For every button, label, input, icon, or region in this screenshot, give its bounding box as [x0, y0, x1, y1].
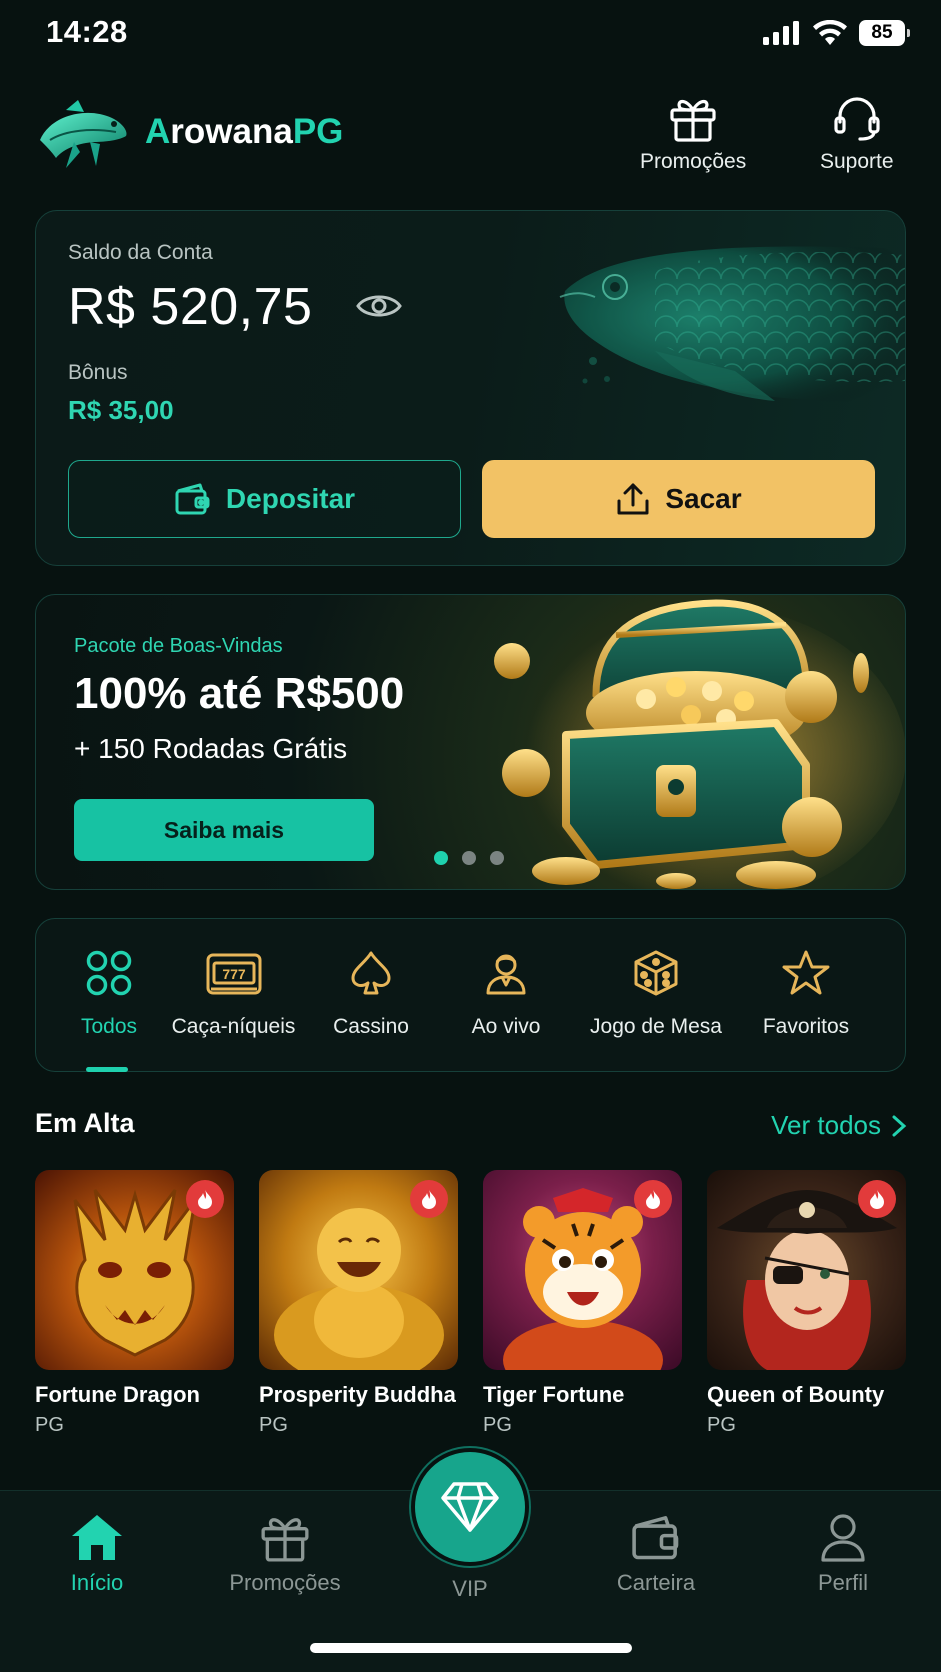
wifi-icon	[813, 20, 847, 45]
carousel-dot[interactable]	[490, 851, 504, 865]
game-thumbnail[interactable]	[707, 1170, 906, 1370]
nav-vip-label: VIP	[452, 1576, 488, 1601]
bonus-value: R$ 35,00	[68, 395, 174, 425]
banner-title: 100% até R$500	[74, 669, 405, 718]
nav-wallet[interactable]: Carteira	[576, 1512, 736, 1596]
arowana-fish-illustration-icon	[559, 246, 905, 402]
gift-icon	[670, 99, 716, 142]
hot-badge	[858, 1180, 896, 1218]
nav-promotions[interactable]: Promoções	[205, 1512, 365, 1596]
signal-icon	[763, 21, 799, 45]
headset-icon	[834, 97, 880, 141]
spade-icon	[351, 951, 391, 995]
nav-vip-button[interactable]	[411, 1448, 529, 1566]
category-casino[interactable]: Cassino	[316, 949, 426, 1039]
game-card-prosperity-buddha[interactable]: Prosperity Buddha PG	[259, 1170, 458, 1440]
flame-icon	[646, 1189, 660, 1209]
flame-icon	[870, 1189, 884, 1209]
user-icon	[821, 1514, 865, 1562]
status-icons: 85	[763, 20, 910, 46]
deposit-button[interactable]: Depositar	[68, 460, 461, 538]
game-provider: PG	[259, 1414, 288, 1436]
hot-badge	[410, 1180, 448, 1218]
arowana-logo-icon	[40, 100, 127, 168]
category-favorites[interactable]: Favoritos	[746, 949, 866, 1039]
home-icon	[72, 1515, 122, 1560]
category-bar: Todos 777 Caça-níqueis Cassino Ao vivo J…	[35, 918, 906, 1072]
diamond-icon	[441, 1482, 499, 1532]
bonus-label: Bônus	[68, 361, 128, 384]
gift-icon	[261, 1518, 309, 1562]
active-category-indicator	[86, 1067, 128, 1072]
category-live[interactable]: Ao vivo	[451, 949, 561, 1039]
game-provider: PG	[35, 1414, 64, 1436]
eye-icon[interactable]	[356, 291, 402, 321]
game-name: Prosperity Buddha	[259, 1382, 456, 1407]
banner-free-spins: + 150 Rodadas Grátis	[74, 733, 348, 764]
carousel-dot[interactable]	[434, 851, 448, 865]
balance-card: Saldo da Conta R$ 520,75 Bônus R$ 35,00 …	[35, 210, 906, 566]
wallet-icon	[175, 483, 210, 515]
learn-more-button[interactable]: Saiba mais	[74, 799, 374, 861]
grid-icon	[86, 950, 132, 996]
game-thumbnail[interactable]	[35, 1170, 234, 1370]
category-all[interactable]: Todos	[64, 949, 154, 1039]
game-thumbnail[interactable]	[259, 1170, 458, 1370]
hot-badge	[634, 1180, 672, 1218]
game-name: Queen of Bounty	[707, 1382, 885, 1407]
carousel-dot[interactable]	[462, 851, 476, 865]
balance-value: R$ 520,75	[68, 278, 313, 336]
dealer-icon	[486, 954, 526, 995]
game-name: Tiger Fortune	[483, 1382, 625, 1407]
dice-icon	[634, 950, 678, 996]
promo-banner[interactable]: Pacote de Boas-Vindas 100% até R$500 + 1…	[35, 594, 906, 890]
nav-home[interactable]: Início	[17, 1512, 177, 1596]
game-provider: PG	[707, 1414, 736, 1436]
status-time: 14:28	[46, 14, 128, 49]
svg-text:777: 777	[222, 966, 246, 982]
see-all-link[interactable]: Ver todos	[771, 1110, 907, 1141]
category-table-games[interactable]: Jogo de Mesa	[581, 949, 731, 1039]
wallet-icon	[632, 1516, 679, 1560]
upload-icon	[617, 483, 649, 515]
withdraw-button[interactable]: Sacar	[482, 460, 875, 538]
slot-machine-icon: 777	[206, 953, 261, 995]
brand-name: ArowanaPG	[145, 112, 344, 151]
treasure-chest-illustration-icon	[494, 599, 905, 889]
game-thumbnail[interactable]	[483, 1170, 682, 1370]
game-provider: PG	[483, 1414, 512, 1436]
flame-icon	[198, 1189, 212, 1209]
home-indicator	[310, 1643, 632, 1653]
banner-subtitle: Pacote de Boas-Vindas	[74, 635, 283, 657]
chevron-right-icon	[892, 1115, 907, 1136]
nav-profile[interactable]: Perfil	[763, 1512, 923, 1596]
balance-label: Saldo da Conta	[68, 241, 213, 264]
game-name: Fortune Dragon	[35, 1382, 200, 1407]
flame-icon	[422, 1189, 436, 1209]
carousel-dots	[434, 851, 504, 865]
battery-indicator: 85	[859, 20, 910, 46]
trending-title: Em Alta	[35, 1108, 135, 1138]
star-icon	[782, 950, 830, 995]
header-promotions-button[interactable]: Promoções	[640, 94, 746, 174]
game-card-tiger-fortune[interactable]: Tiger Fortune PG	[483, 1170, 682, 1440]
game-card-fortune-dragon[interactable]: Fortune Dragon PG	[35, 1170, 234, 1440]
hot-badge	[186, 1180, 224, 1218]
header-support-button[interactable]: Suporte	[820, 94, 894, 174]
category-slots[interactable]: 777 Caça-níqueis	[166, 949, 301, 1039]
game-card-queen-of-bounty[interactable]: Queen of Bounty PG	[707, 1170, 906, 1440]
